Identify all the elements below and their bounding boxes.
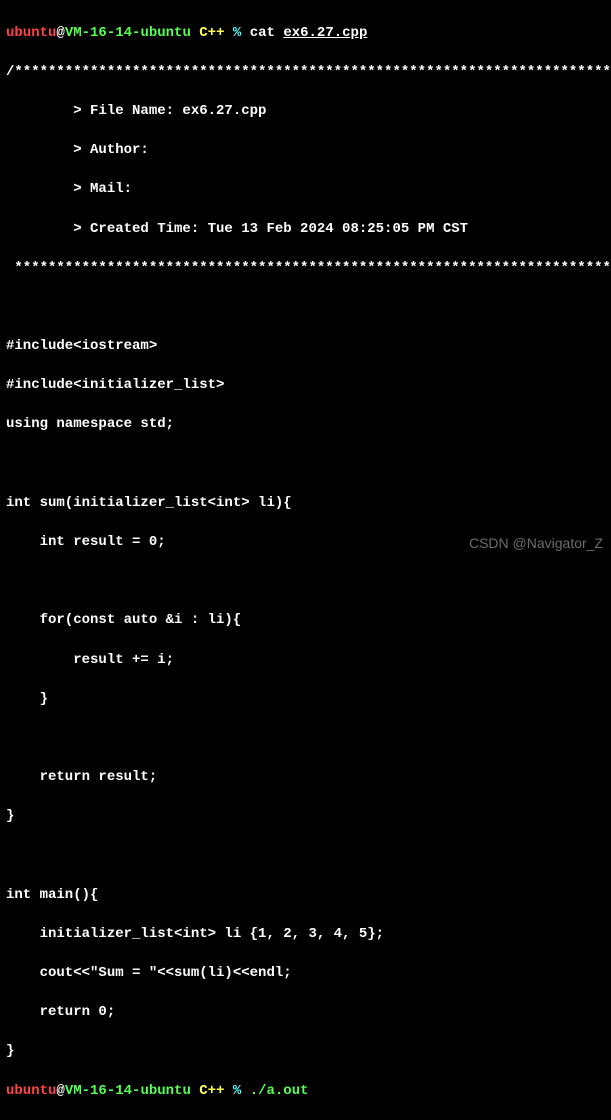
code-line [6, 572, 605, 592]
prompt-dir: C++ [199, 1083, 224, 1099]
code-line: #include<initializer_list> [6, 376, 605, 396]
code-line [6, 298, 605, 318]
code-line: } [6, 690, 605, 710]
prompt-at: @ [56, 25, 64, 41]
cmd-run: ./a.out [250, 1083, 309, 1099]
code-line [6, 455, 605, 475]
code-line: /***************************************… [6, 63, 605, 83]
code-line: cout<<"Sum = "<<sum(li)<<endl; [6, 964, 605, 984]
watermark: CSDN @Navigator_Z [469, 534, 603, 554]
cmd-arg-file: ex6.27.cpp [283, 25, 367, 41]
code-line: int sum(initializer_list<int> li){ [6, 494, 605, 514]
prompt-pct: % [233, 1083, 241, 1099]
code-line: return 0; [6, 1003, 605, 1023]
code-line: result += i; [6, 651, 605, 671]
code-line: #include<iostream> [6, 337, 605, 357]
code-line: > File Name: ex6.27.cpp [6, 102, 605, 122]
code-line: initializer_list<int> li {1, 2, 3, 4, 5}… [6, 925, 605, 945]
code-line: > Created Time: Tue 13 Feb 2024 08:25:05… [6, 220, 605, 240]
code-line: > Mail: [6, 180, 605, 200]
prompt-line-1[interactable]: ubuntu@VM-16-14-ubuntu C++ % cat ex6.27.… [6, 24, 605, 44]
code-line: return result; [6, 768, 605, 788]
prompt-user: ubuntu [6, 25, 56, 41]
code-line: int main(){ [6, 886, 605, 906]
prompt-pct: % [233, 25, 241, 41]
code-line [6, 847, 605, 867]
code-line: } [6, 807, 605, 827]
code-line [6, 729, 605, 749]
code-line: > Author: [6, 141, 605, 161]
code-line: } [6, 1042, 605, 1062]
terminal-window[interactable]: ubuntu@VM-16-14-ubuntu C++ % cat ex6.27.… [0, 0, 611, 1120]
prompt-host: VM-16-14-ubuntu [65, 1083, 191, 1099]
prompt-host: VM-16-14-ubuntu [65, 25, 191, 41]
code-line: ****************************************… [6, 259, 605, 279]
prompt-at: @ [56, 1083, 64, 1099]
code-line: using namespace std; [6, 415, 605, 435]
code-line: for(const auto &i : li){ [6, 611, 605, 631]
prompt-user: ubuntu [6, 1083, 56, 1099]
prompt-dir: C++ [199, 25, 224, 41]
cmd-cat: cat [250, 25, 275, 41]
prompt-line-2[interactable]: ubuntu@VM-16-14-ubuntu C++ % ./a.out [6, 1082, 605, 1102]
